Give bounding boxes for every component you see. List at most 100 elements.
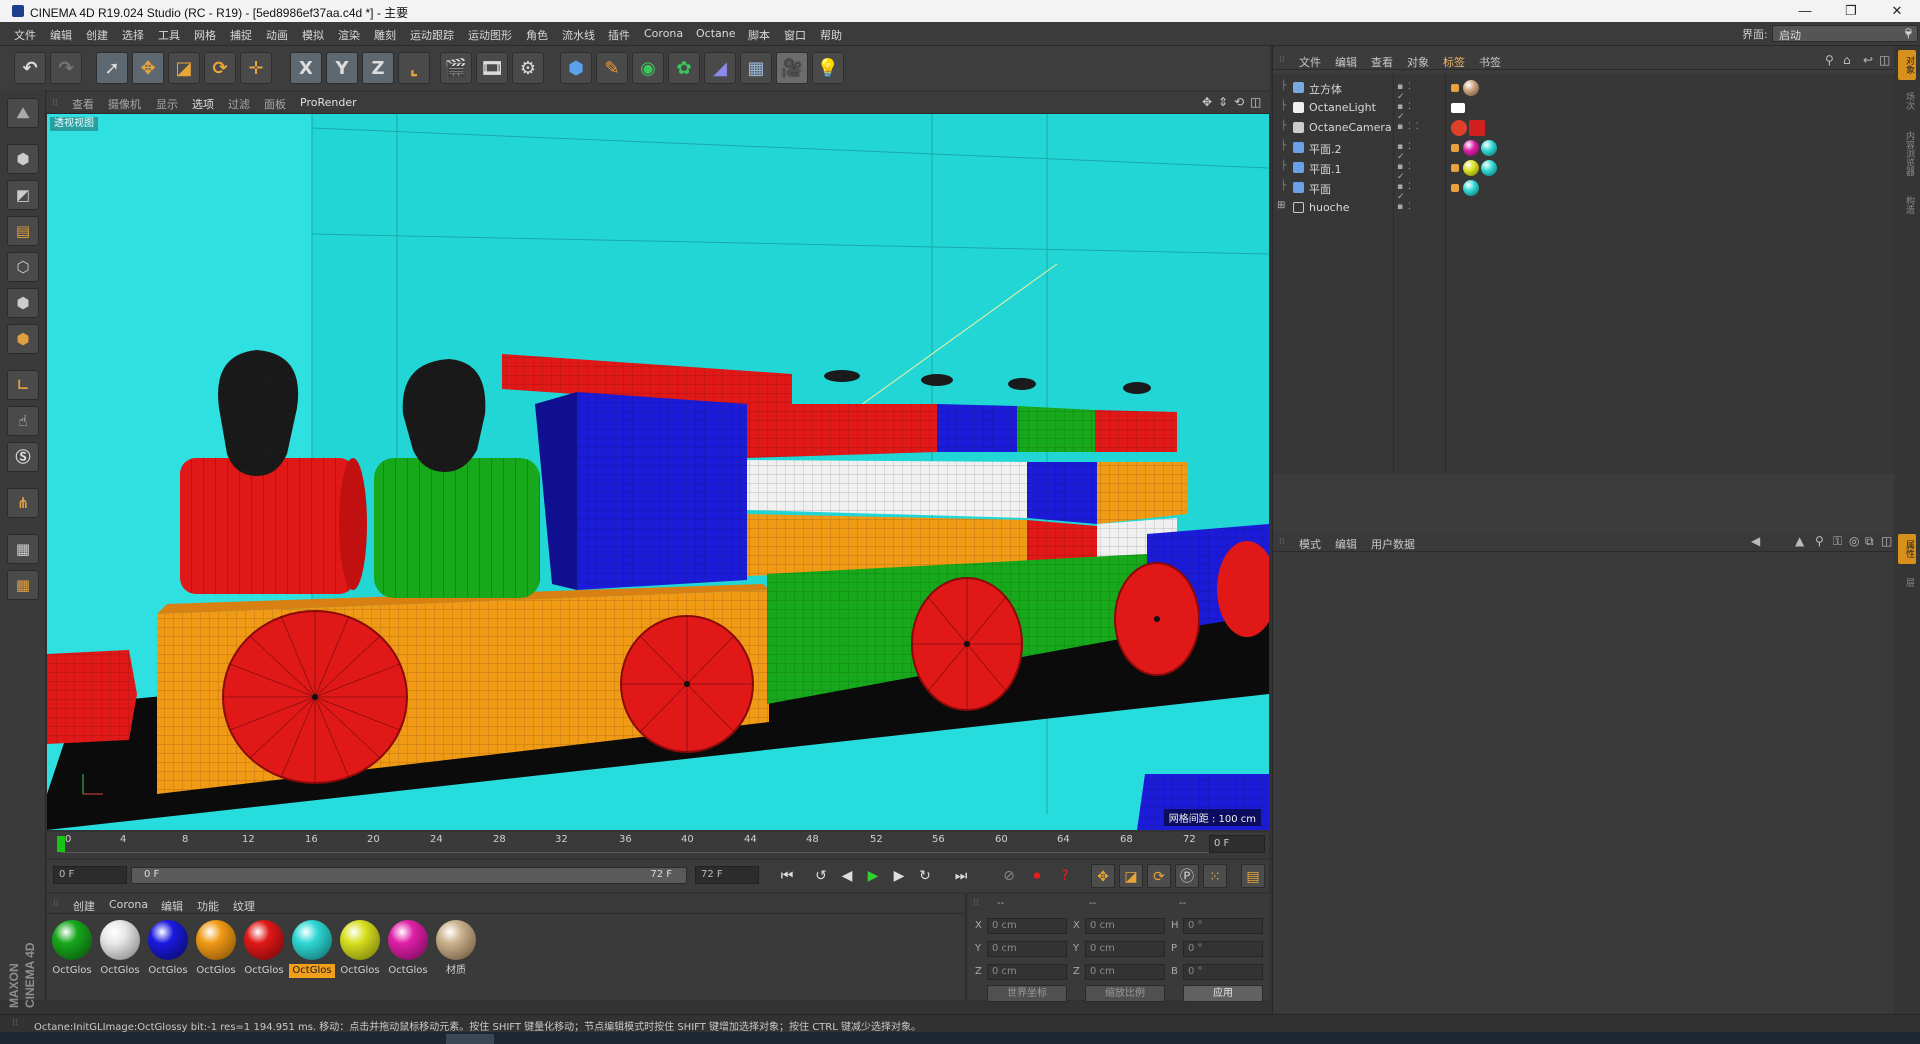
- menu-render[interactable]: 渲染: [338, 27, 360, 43]
- scale-key-icon[interactable]: ◪: [1119, 864, 1143, 888]
- param-key-icon[interactable]: Ⓟ: [1175, 864, 1199, 888]
- viewport-menu-view[interactable]: 查看: [72, 96, 94, 112]
- menu-help[interactable]: 帮助: [820, 27, 842, 43]
- light-icon[interactable]: 💡: [812, 52, 844, 84]
- timeline-ruler[interactable]: 0 4 8 12 16 20 24 28 32 36 40 44 48 52 5…: [47, 832, 1269, 858]
- visibility-dots-icon[interactable]: ▪ ⁚ ✓: [1397, 102, 1423, 122]
- pla-key-icon[interactable]: ⁙: [1203, 864, 1227, 888]
- visibility-dots-icon[interactable]: ▪ ⁚ ✓: [1397, 182, 1423, 202]
- rotate-icon[interactable]: ⟳: [204, 52, 236, 84]
- viewport-layout-icon[interactable]: ◫: [1250, 95, 1261, 109]
- material-tag-icon[interactable]: [1463, 80, 1479, 96]
- object-row[interactable]: ├ 平面.2 ▪ ⁚ ✓: [1273, 138, 1895, 162]
- menu-sculpt[interactable]: 雕刻: [374, 27, 396, 43]
- visibility-dots-icon[interactable]: ▪ ⁚: [1397, 202, 1423, 214]
- material-menu-corona[interactable]: Corona: [109, 898, 148, 911]
- phong-tag-icon[interactable]: [1451, 164, 1459, 172]
- move-key-icon[interactable]: ✥: [1091, 864, 1115, 888]
- side-tab-takes[interactable]: 场次: [1898, 86, 1916, 116]
- rotation-p-field[interactable]: 0 °: [1183, 941, 1263, 957]
- scale-icon[interactable]: ◪: [168, 52, 200, 84]
- prev-frame-icon[interactable]: ◀: [835, 864, 859, 888]
- keyframe-selection-icon[interactable]: ?: [1053, 864, 1077, 888]
- x-axis-icon[interactable]: X: [290, 52, 322, 84]
- material-swatch[interactable]: OctGlos: [337, 920, 383, 980]
- object-row[interactable]: ├ OctaneLight ▪ ⁚ ✓: [1273, 98, 1895, 122]
- menu-plugins[interactable]: 插件: [608, 27, 630, 43]
- object-menu-view[interactable]: 查看: [1371, 54, 1393, 70]
- up-arrow-icon[interactable]: ▲: [1795, 534, 1804, 548]
- object-row[interactable]: ⊞ huoche ▪ ⁚: [1273, 198, 1895, 218]
- panel-expand-icon[interactable]: ◫: [1881, 534, 1892, 548]
- maximize-button[interactable]: ❐: [1828, 0, 1874, 22]
- visibility-dots-icon[interactable]: ▪ ⁚ ✓: [1397, 82, 1423, 102]
- side-tab-attributes[interactable]: 属性: [1898, 534, 1916, 564]
- make-editable-icon[interactable]: ⛰: [7, 98, 39, 128]
- z-axis-icon[interactable]: Z: [362, 52, 394, 84]
- prev-key-icon[interactable]: ↺: [809, 864, 833, 888]
- timeline-playhead[interactable]: [57, 836, 65, 852]
- coordinate-system-icon[interactable]: ⌞: [398, 52, 430, 84]
- drag-handle-icon[interactable]: ⁞⁞: [53, 899, 59, 909]
- material-swatch-selected[interactable]: OctGlos: [289, 920, 335, 980]
- menu-script[interactable]: 脚本: [748, 27, 770, 43]
- menu-pipeline[interactable]: 流水线: [562, 27, 595, 43]
- material-tag-icon[interactable]: [1481, 140, 1497, 156]
- cloner-icon[interactable]: ✿: [668, 52, 700, 84]
- viewport-zoom-icon[interactable]: ⇕: [1218, 95, 1228, 109]
- attribute-menu-mode[interactable]: 模式: [1299, 536, 1321, 552]
- material-swatch[interactable]: OctGlos: [241, 920, 287, 980]
- attribute-menu-user-data[interactable]: 用户数据: [1371, 536, 1415, 552]
- world-coordinates-select[interactable]: 世界坐标: [987, 985, 1067, 1002]
- position-x-field[interactable]: 0 cm: [987, 918, 1067, 934]
- material-swatch[interactable]: 材质: [433, 920, 479, 980]
- lock-workplane-icon[interactable]: ▦: [7, 534, 39, 564]
- record-icon[interactable]: ⊘: [997, 864, 1021, 888]
- visibility-dots-icon[interactable]: ▪ ⁚ ⁚: [1397, 122, 1423, 134]
- minimize-button[interactable]: —: [1782, 0, 1828, 22]
- viewport-rotate-icon[interactable]: ⟲: [1234, 95, 1244, 109]
- subdivision-icon[interactable]: ◉: [632, 52, 664, 84]
- render-view-icon[interactable]: 🎬: [440, 52, 472, 84]
- search-icon[interactable]: ⚲: [1904, 26, 1913, 40]
- menu-simulate[interactable]: 模拟: [302, 27, 324, 43]
- timeline-window-icon[interactable]: ▤: [1241, 864, 1265, 888]
- move-icon[interactable]: ✥: [132, 52, 164, 84]
- menu-select[interactable]: 选择: [122, 27, 144, 43]
- viewport-menu-display[interactable]: 显示: [156, 96, 178, 112]
- apply-button[interactable]: 应用: [1183, 985, 1263, 1002]
- autokey-icon[interactable]: ⏺: [1025, 864, 1049, 888]
- search-icon[interactable]: ⚲: [1825, 53, 1834, 67]
- material-tag-icon[interactable]: [1463, 160, 1479, 176]
- cube-icon[interactable]: ⬢: [560, 52, 592, 84]
- deformer-icon[interactable]: ◢: [704, 52, 736, 84]
- recent-tool-icon[interactable]: ✛: [240, 52, 272, 84]
- frame-range-slider[interactable]: 0 F 72 F: [131, 867, 687, 884]
- search-icon[interactable]: ⚲: [1815, 534, 1824, 548]
- material-menu-create[interactable]: 创建: [73, 898, 95, 914]
- object-menu-bookmarks[interactable]: 书签: [1479, 54, 1501, 70]
- scale-x-field[interactable]: 0 cm: [1085, 918, 1165, 934]
- current-frame-field[interactable]: 0 F: [1209, 835, 1265, 853]
- end-frame-field[interactable]: 72 F: [695, 866, 759, 884]
- floor-icon[interactable]: ▦: [740, 52, 772, 84]
- new-window-icon[interactable]: ⧉: [1865, 534, 1874, 549]
- side-tab-content-browser[interactable]: 内容浏览器: [1898, 122, 1916, 184]
- interface-layout-select[interactable]: 启动 ▾: [1772, 25, 1918, 42]
- viewport-menu-filter[interactable]: 过滤: [228, 96, 250, 112]
- menu-mograph[interactable]: 运动图形: [468, 27, 512, 43]
- material-menu-function[interactable]: 功能: [197, 898, 219, 914]
- rotation-b-field[interactable]: 0 °: [1183, 964, 1263, 980]
- position-z-field[interactable]: 0 cm: [987, 964, 1067, 980]
- select-arrow-icon[interactable]: ➚: [96, 52, 128, 84]
- camera-icon[interactable]: 🎥: [776, 52, 808, 84]
- material-swatch[interactable]: OctGlos: [97, 920, 143, 980]
- solo-icon[interactable]: Ⓢ: [7, 442, 39, 472]
- home-icon[interactable]: ⌂: [1843, 53, 1851, 67]
- planar-workplane-icon[interactable]: ▦: [7, 570, 39, 600]
- viewport-menu-options[interactable]: 选项: [192, 96, 214, 112]
- rotation-h-field[interactable]: 0 °: [1183, 918, 1263, 934]
- material-swatch[interactable]: OctGlos: [385, 920, 431, 980]
- protection-tag-icon[interactable]: [1451, 120, 1467, 136]
- phong-tag-icon[interactable]: [1451, 84, 1459, 92]
